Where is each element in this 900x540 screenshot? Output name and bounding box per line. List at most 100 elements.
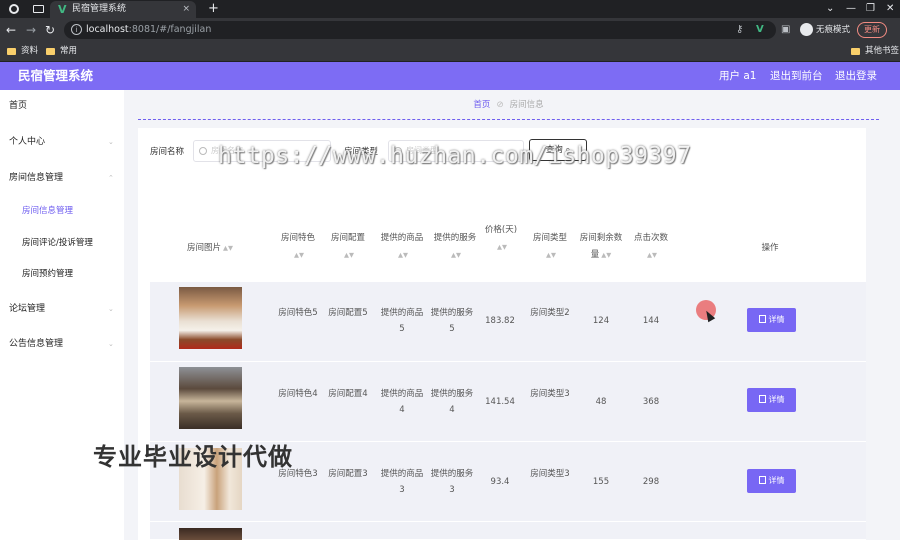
cell-clicks: 144 — [642, 316, 660, 326]
sort-icon[interactable]: ▲▼ — [294, 251, 304, 259]
cell-remain: 155 — [592, 477, 610, 487]
back-to-front-link[interactable]: 退出到前台 — [770, 62, 823, 90]
sidebar-item-home[interactable]: 首页 — [9, 99, 27, 113]
header-price[interactable]: 价格(天) ▲▼ — [484, 222, 518, 256]
back-icon[interactable]: ← — [6, 21, 16, 39]
sort-icon[interactable]: ▲▼ — [601, 251, 611, 259]
sort-icon[interactable]: ▲▼ — [344, 251, 354, 259]
forward-icon[interactable]: → — [26, 21, 36, 39]
sidebar-sub-room-comments[interactable]: 房间评论/投诉管理 — [22, 236, 93, 250]
header-remain[interactable]: 房间剩余数量 ▲▼ — [579, 230, 623, 264]
tab-list-icon[interactable]: ⌄ — [826, 0, 834, 17]
vue-devtools-icon[interactable]: V — [756, 21, 764, 39]
cell-feature: 房间特色4 — [278, 389, 318, 399]
sort-icon[interactable]: ▲▼ — [546, 251, 556, 259]
sidebar-sub-room-booking[interactable]: 房间预约管理 — [22, 267, 73, 281]
sidebar-item-room-info[interactable]: 房间信息管理 ⌃ — [9, 171, 114, 185]
cell-price: 141.54 — [485, 397, 515, 407]
document-icon — [758, 315, 766, 323]
restore-icon[interactable]: ❐ — [866, 0, 875, 17]
url-path: :8081/#/fangjilan — [128, 24, 212, 35]
browser-menu-icon[interactable] — [9, 4, 19, 14]
cell-feature: 房间特色5 — [278, 308, 318, 318]
logout-link[interactable]: 退出登录 — [835, 62, 877, 90]
sidepanel-icon[interactable]: ▣ — [781, 21, 790, 39]
site-info-icon[interactable]: i — [71, 24, 82, 35]
detail-button[interactable]: 详情 — [747, 308, 796, 332]
sort-icon[interactable]: ▲▼ — [398, 251, 408, 259]
header-goods[interactable]: 提供的商品▲▼ — [376, 230, 428, 264]
cell-config: 房间配置3 — [328, 469, 368, 479]
cell-config: 房间配置4 — [328, 389, 368, 399]
cell-config: 房间配置5 — [328, 308, 368, 318]
room-photo — [179, 367, 242, 429]
header-room-image[interactable]: 房间图片 ▲▼ — [170, 240, 250, 257]
cell-type: 房间类型3 — [530, 389, 570, 399]
update-button[interactable]: 更新 — [857, 22, 887, 38]
cell-goods: 提供的商品5 — [380, 308, 424, 334]
room-photo — [179, 287, 242, 349]
sidebar-item-notice[interactable]: 公告信息管理 ⌄ — [9, 337, 114, 351]
room-name-label: 房间名称 — [150, 147, 185, 157]
detail-button[interactable]: 详情 — [747, 469, 796, 493]
sidebar-sub-room-info[interactable]: 房间信息管理 — [22, 204, 73, 218]
tab-title: 民宿管理系统 — [72, 4, 127, 14]
other-bookmarks[interactable]: 其他书签 — [851, 42, 899, 61]
sort-icon[interactable]: ▲▼ — [223, 244, 233, 252]
tab-search-icon[interactable] — [33, 5, 44, 13]
cell-type: 房间类型3 — [530, 469, 570, 479]
new-tab-button[interactable]: + — [208, 0, 219, 17]
url-watermark: https://www.huzhan.com/ishop39397 — [218, 143, 692, 169]
document-icon — [758, 476, 766, 484]
tab-close-icon[interactable]: × — [182, 1, 190, 18]
sidebar-item-personal[interactable]: 个人中心 ⌄ — [9, 135, 114, 149]
incognito-badge[interactable]: 无痕模式 — [800, 22, 850, 38]
cell-remain: 48 — [595, 397, 607, 407]
sort-icon[interactable]: ▲▼ — [451, 251, 461, 259]
app-header: 民宿管理系统 用户 a1 退出到前台 退出登录 — [0, 62, 900, 90]
cell-service: 提供的服务4 — [430, 389, 474, 415]
url-bar[interactable]: i localhost:8081/#/fangjilan — [64, 21, 776, 39]
detail-button[interactable]: 详情 — [747, 388, 796, 412]
document-icon — [758, 395, 766, 403]
header-service[interactable]: 提供的服务▲▼ — [429, 230, 481, 264]
close-window-icon[interactable]: ✕ — [886, 0, 894, 17]
breadcrumb-current: 房间信息 — [509, 100, 544, 110]
url-host: localhost — [86, 24, 129, 35]
bookmark-folder-2[interactable]: 常用 — [46, 42, 77, 61]
breadcrumb-home[interactable]: 首页 — [473, 100, 490, 110]
header-config[interactable]: 房间配置 ▲▼ — [326, 230, 370, 264]
browser-tab[interactable]: V 民宿管理系统 × — [50, 1, 196, 18]
bookmark-folder-1[interactable]: 资料 — [7, 42, 38, 61]
sort-icon[interactable]: ▲▼ — [497, 243, 507, 251]
cell-price: 183.82 — [485, 316, 515, 326]
cell-goods: 提供的商品4 — [380, 389, 424, 415]
cell-goods: 提供的商品3 — [380, 469, 424, 495]
header-clicks[interactable]: 点击次数 ▲▼ — [628, 230, 674, 264]
cell-clicks: 368 — [642, 397, 660, 407]
minimize-icon[interactable]: — — [846, 0, 856, 17]
sidebar-item-forum[interactable]: 论坛管理 ⌄ — [9, 302, 114, 316]
key-icon[interactable]: ⚷ — [736, 21, 743, 39]
slogan-watermark: 专业毕业设计代做 — [93, 443, 293, 471]
sort-icon[interactable]: ▲▼ — [647, 251, 657, 259]
header-feature[interactable]: 房间特色 ▲▼ — [276, 230, 320, 264]
header-type[interactable]: 房间类型 ▲▼ — [528, 230, 572, 264]
search-icon — [199, 147, 207, 155]
breadcrumb: 首页 ⊘ 房间信息 — [138, 90, 879, 120]
breadcrumb-separator-icon: ⊘ — [496, 100, 504, 110]
table-row — [150, 522, 866, 540]
chevron-icon: ⌄ — [108, 340, 114, 348]
address-toolbar: ← → ↻ i localhost:8081/#/fangjilan ⚷ V ▣… — [0, 18, 900, 42]
reload-icon[interactable]: ↻ — [45, 21, 55, 39]
cell-service: 提供的服务5 — [430, 308, 474, 334]
vue-logo-icon: V — [58, 3, 67, 16]
header-actions: 操作 — [761, 243, 779, 253]
cell-clicks: 298 — [642, 477, 660, 487]
user-name[interactable]: 用户 a1 — [719, 62, 756, 90]
chevron-icon: ⌄ — [108, 138, 114, 146]
room-photo — [179, 528, 242, 540]
cell-service: 提供的服务3 — [430, 469, 474, 495]
bookmarks-bar: 资料 常用 其他书签 — [0, 42, 900, 62]
app-title: 民宿管理系统 — [18, 68, 94, 83]
